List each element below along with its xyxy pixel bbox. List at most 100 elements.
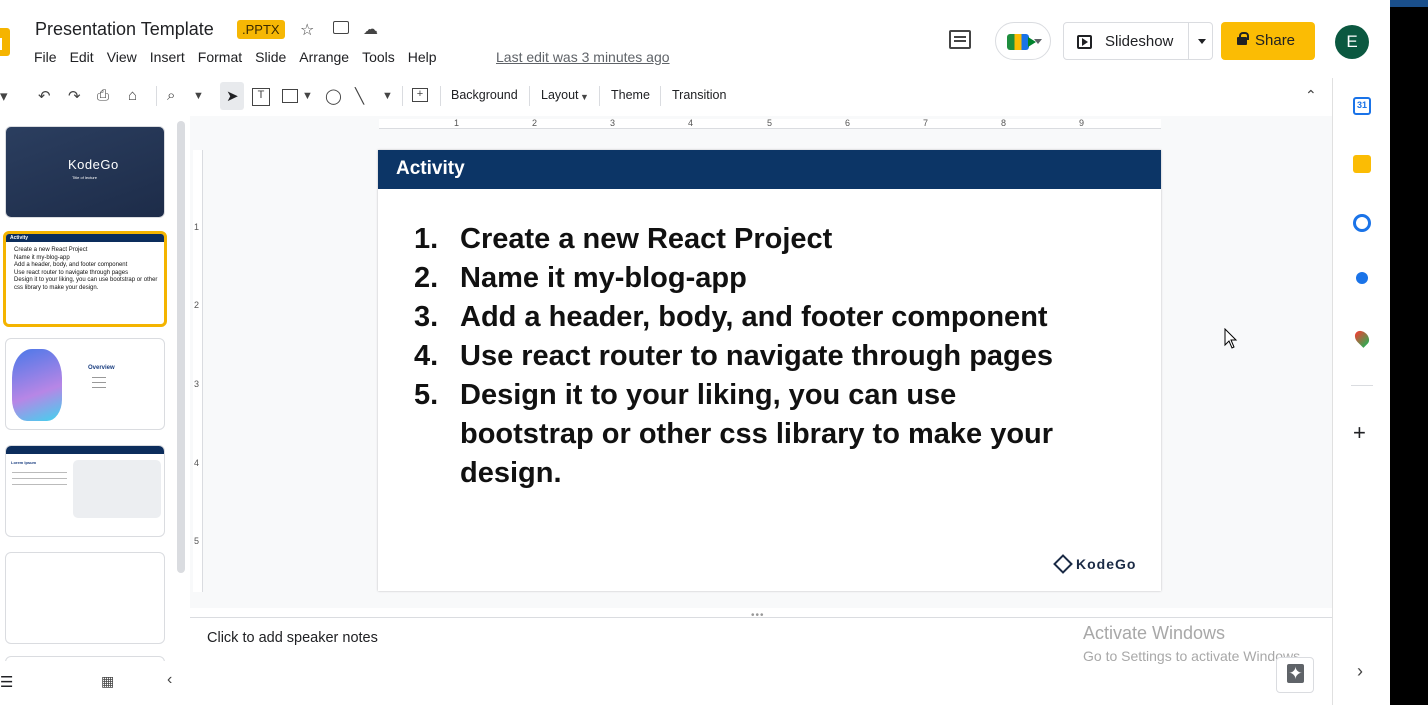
menu-format[interactable]: Format: [198, 49, 242, 65]
thumb-line: [12, 484, 67, 485]
account-avatar[interactable]: E: [1335, 25, 1369, 59]
text-box-icon[interactable]: T: [252, 88, 270, 106]
thumb-title: Lorem Ipsum: [11, 460, 37, 465]
zoom-icon[interactable]: ⌕: [167, 87, 175, 104]
comment-history-icon[interactable]: [949, 30, 971, 49]
thumb-title: Overview: [88, 365, 115, 371]
theme-button[interactable]: Theme: [611, 88, 650, 102]
horizontal-ruler[interactable]: 1 2 3 4 5 6 7 8 9: [379, 118, 1161, 129]
menu-bar: File Edit View Insert Format Slide Arran…: [34, 49, 450, 65]
filmstrip-scrollbar[interactable]: [177, 121, 185, 573]
slides-logo-icon[interactable]: [0, 28, 10, 56]
kodego-logo: KodeGo: [1053, 554, 1136, 574]
slide-title[interactable]: Activity: [396, 158, 465, 180]
collapse-menus-chevron-icon[interactable]: ⌃: [1305, 87, 1317, 104]
add-comment-icon[interactable]: +: [412, 88, 428, 102]
calendar-icon[interactable]: 31: [1353, 97, 1371, 115]
layout-chevron-icon[interactable]: ▼: [580, 92, 589, 102]
cloud-status-icon[interactable]: ☁: [363, 20, 378, 38]
add-addon-icon[interactable]: +: [1353, 420, 1366, 446]
slide-filmstrip: KodeGo Title of lecture Activity Create …: [0, 116, 190, 676]
thumb-line: [12, 478, 67, 479]
tasks-icon[interactable]: [1353, 214, 1371, 232]
slide-thumbnail-2[interactable]: Activity Create a new React Project Name…: [3, 231, 167, 327]
slide-thumbnail-5[interactable]: [5, 552, 165, 644]
toolbar: ▾ ↶ ↷ ⎙ ⌂ ⌕ ▼ ➤ T ▼ ◯ ╲ ▼ + Background L…: [0, 78, 1332, 114]
menu-file[interactable]: File: [34, 49, 57, 65]
redo-icon[interactable]: ↷: [68, 87, 81, 105]
undo-icon[interactable]: ↶: [38, 87, 51, 105]
document-title[interactable]: Presentation Template: [35, 19, 214, 40]
zoom-chevron-icon[interactable]: ▼: [193, 90, 204, 102]
list-item: 1. Create a new React Project: [414, 223, 833, 255]
menu-help[interactable]: Help: [408, 49, 437, 65]
print-icon[interactable]: ⎙: [97, 87, 109, 104]
explore-button[interactable]: [1276, 657, 1314, 693]
thumb-card: [73, 460, 161, 518]
vertical-ruler[interactable]: 1 2 3 4 5: [193, 150, 203, 592]
speaker-notes-placeholder: Click to add speaker notes: [207, 630, 378, 646]
star-icon[interactable]: ☆: [300, 20, 314, 40]
menu-tools[interactable]: Tools: [362, 49, 395, 65]
move-folder-icon[interactable]: [333, 21, 349, 34]
keep-icon[interactable]: [1353, 155, 1371, 173]
shape-icon[interactable]: ◯: [325, 87, 342, 105]
thumb-header-bar: [6, 234, 164, 242]
slide-activity-list[interactable]: 1. Create a new React Project 2. Name it m…: [414, 220, 1144, 493]
maps-icon[interactable]: [1352, 328, 1372, 348]
meet-camera-icon: [1007, 34, 1036, 50]
list-item: 5. Design it to your liking, you can use …: [414, 379, 1054, 489]
slideshow-label: Slideshow: [1105, 33, 1174, 50]
list-item: 2. Name it my-blog-app: [414, 262, 747, 294]
thumb-line: [92, 382, 106, 383]
menu-view[interactable]: View: [107, 49, 137, 65]
menu-arrange[interactable]: Arrange: [299, 49, 349, 65]
divider: [660, 86, 661, 106]
paint-format-icon[interactable]: ⌂: [128, 87, 137, 104]
slide-header-bar: Activity: [378, 150, 1161, 189]
robot-illustration: [12, 349, 62, 421]
image-icon[interactable]: [282, 89, 298, 103]
new-slide-chevron-icon[interactable]: ▾: [0, 87, 8, 105]
contacts-icon[interactable]: [1356, 272, 1368, 284]
menu-slide[interactable]: Slide: [255, 49, 286, 65]
thumb-brand: KodeGo: [68, 157, 119, 172]
slide-thumbnail-1[interactable]: KodeGo Title of lecture: [5, 126, 165, 218]
image-chevron-icon[interactable]: ▼: [302, 90, 313, 102]
slideshow-button[interactable]: Slideshow: [1063, 22, 1213, 60]
line-icon[interactable]: ╲: [355, 87, 364, 105]
slideshow-options-chevron-icon[interactable]: [1198, 39, 1206, 44]
thumb-line: [12, 472, 67, 473]
layout-button[interactable]: Layout: [541, 88, 579, 102]
current-slide[interactable]: Activity 1. Create a new React Project 2.…: [378, 150, 1161, 591]
thumb-line: [92, 377, 106, 378]
line-chevron-icon[interactable]: ▼: [382, 90, 393, 102]
slide-thumbnail-3[interactable]: Overview: [5, 338, 165, 430]
share-label: Share: [1255, 32, 1296, 49]
thumb-line: [92, 387, 106, 388]
show-side-panel-chevron-icon[interactable]: ›: [1357, 661, 1363, 682]
grid-view-icon[interactable]: ▦: [101, 673, 114, 690]
divider: [1188, 23, 1189, 59]
slides-app: Presentation Template .PPTX ☆ ☁ File Edi…: [0, 0, 1390, 705]
menu-edit[interactable]: Edit: [70, 49, 94, 65]
share-button[interactable]: Share: [1221, 22, 1315, 60]
filmstrip-view-icon[interactable]: ☰: [0, 673, 13, 691]
select-arrow-icon: ➤: [226, 88, 239, 105]
slide-thumbnail-4[interactable]: Lorem Ipsum: [5, 445, 165, 537]
transition-button[interactable]: Transition: [672, 88, 726, 102]
meet-button[interactable]: [995, 22, 1051, 60]
divider: [440, 86, 441, 106]
divider: [529, 86, 530, 106]
thumb-title: Activity: [10, 235, 29, 241]
screen-edge: [1390, 7, 1428, 705]
hide-filmstrip-chevron-icon[interactable]: ‹: [167, 671, 172, 689]
thumb-subtitle: Title of lecture: [72, 175, 97, 180]
thumb-list: Create a new React Project Name it my-bl…: [14, 247, 158, 291]
background-button[interactable]: Background: [451, 88, 518, 102]
mouse-cursor-icon: [1224, 328, 1238, 349]
menu-insert[interactable]: Insert: [150, 49, 185, 65]
side-panel: 31 + ›: [1332, 78, 1390, 705]
lock-icon: [1237, 32, 1249, 45]
last-edit-link[interactable]: Last edit was 3 minutes ago: [496, 49, 670, 65]
